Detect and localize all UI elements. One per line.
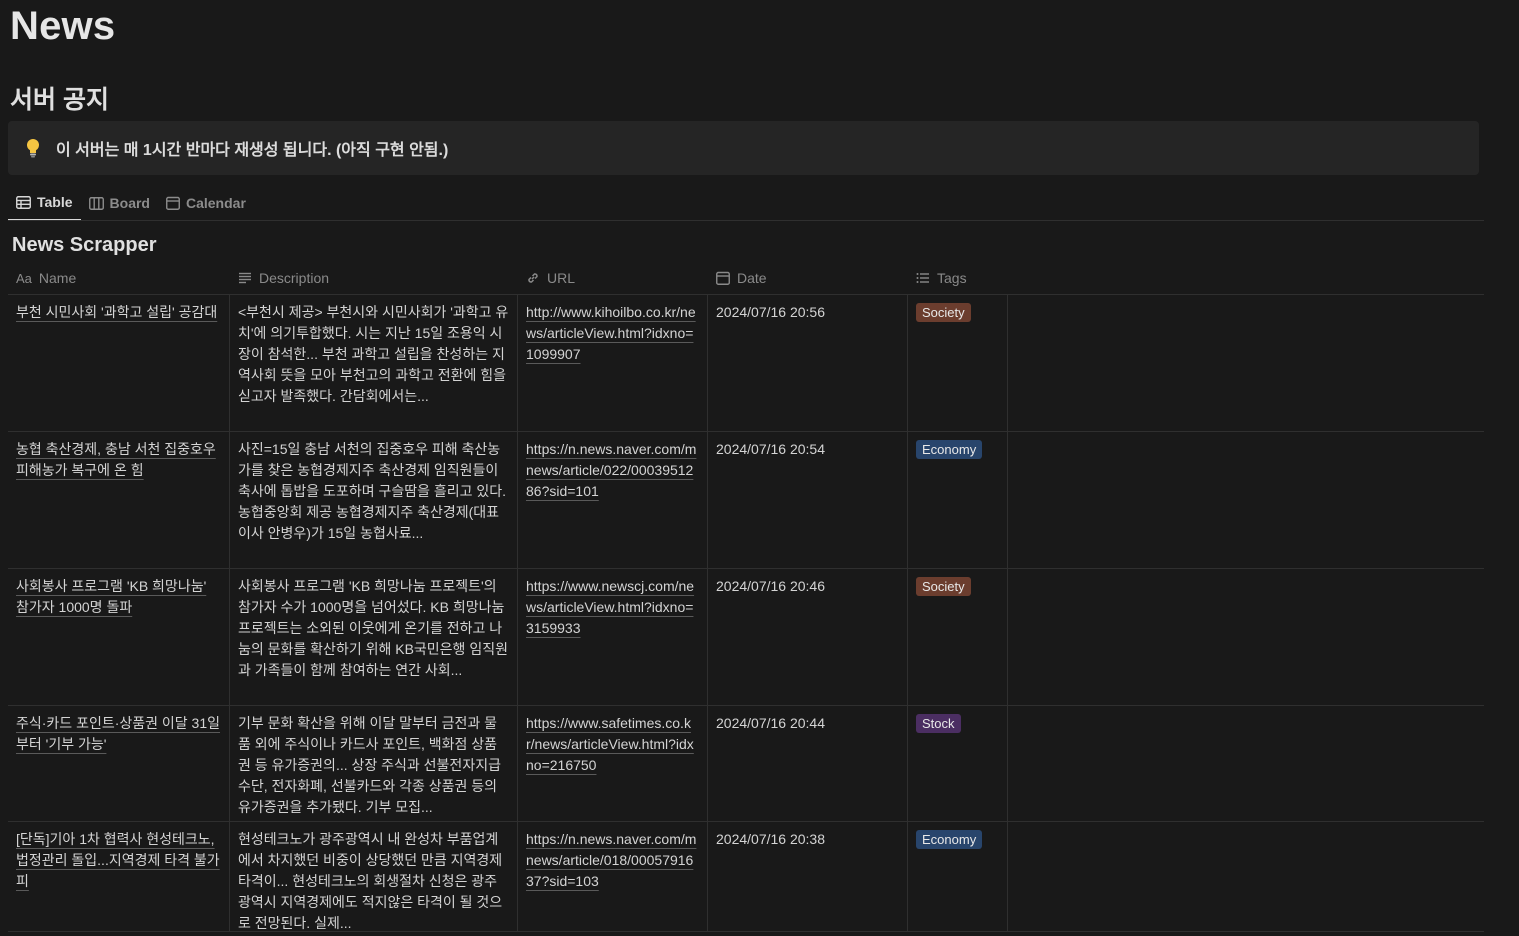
table-icon bbox=[16, 195, 31, 209]
row-url-link[interactable]: http://www.kihoilbo.co.kr/news/articleVi… bbox=[526, 304, 696, 362]
cell-name: [단독]기아 1차 협력사 현성테크노, 법정관리 돌입...지역경제 타격 불… bbox=[8, 822, 230, 931]
tab-label: Calendar bbox=[185, 195, 246, 211]
row-description: 기부 문화 확산을 위해 이달 말부터 금전과 물품 외에 주식이나 카드사 포… bbox=[238, 715, 501, 815]
cell-url: https://www.safetimes.co.kr/news/article… bbox=[518, 706, 708, 821]
cell-description: 기부 문화 확산을 위해 이달 말부터 금전과 물품 외에 주식이나 카드사 포… bbox=[230, 706, 518, 821]
cell-description: 사회봉사 프로그램 'KB 희망나눔 프로젝트'의 참가자 수가 1000명을 … bbox=[230, 569, 518, 705]
calendar-icon bbox=[166, 196, 180, 210]
board-icon bbox=[88, 196, 104, 210]
cell-url: https://n.news.naver.com/mnews/article/0… bbox=[518, 432, 708, 568]
column-label: Description bbox=[259, 270, 330, 286]
row-name-link[interactable]: 농협 축산경제, 충남 서천 집중호우 피해농가 복구에 온 힘 bbox=[16, 441, 216, 478]
callout: 이 서버는 매 1시간 반마다 재생성 됩니다. (아직 구현 안됨.) bbox=[8, 121, 1479, 175]
row-date: 2024/07/16 20:44 bbox=[708, 706, 908, 821]
tag-badge[interactable]: Society bbox=[916, 303, 971, 322]
column-header-date[interactable]: Date bbox=[708, 262, 908, 294]
text-aa-icon: Aa bbox=[16, 270, 32, 286]
row-name-link[interactable]: 사회봉사 프로그램 'KB 희망나눔' 참가자 1000명 돌파 bbox=[16, 578, 206, 615]
list-icon bbox=[916, 272, 930, 284]
tag-badge[interactable]: Society bbox=[916, 577, 971, 596]
cell-spacer bbox=[1008, 569, 1484, 705]
row-url-link[interactable]: https://www.newscj.com/news/articleView.… bbox=[526, 578, 694, 636]
tag-badge[interactable]: Economy bbox=[916, 440, 983, 459]
cell-name: 주식·카드 포인트·상품권 이달 31일부터 '기부 가능' bbox=[8, 706, 230, 821]
row-url-link[interactable]: https://n.news.naver.com/mnews/article/0… bbox=[526, 831, 696, 889]
cell-url: https://www.newscj.com/news/articleView.… bbox=[518, 569, 708, 705]
page-title: News bbox=[10, 4, 116, 48]
row-url-link[interactable]: https://www.safetimes.co.kr/news/article… bbox=[526, 715, 694, 773]
row-date: 2024/07/16 20:54 bbox=[708, 432, 908, 568]
news-table: Aa Name Description URL Date Tags 부천 시민사… bbox=[8, 262, 1484, 932]
cell-tags: Economy bbox=[908, 432, 1008, 568]
column-header-spacer bbox=[1008, 262, 1484, 294]
column-label: Tags bbox=[937, 270, 967, 286]
calendar-icon bbox=[716, 271, 730, 285]
column-header-description[interactable]: Description bbox=[230, 262, 518, 294]
section-heading: 서버 공지 bbox=[10, 86, 109, 114]
tab-label: Table bbox=[37, 194, 73, 210]
row-description: 사회봉사 프로그램 'KB 희망나눔 프로젝트'의 참가자 수가 1000명을 … bbox=[238, 578, 508, 678]
cell-spacer bbox=[1008, 822, 1484, 931]
view-tabs: Table Board Calendar bbox=[8, 185, 254, 221]
column-label: Name bbox=[38, 270, 77, 286]
row-date: 2024/07/16 20:46 bbox=[708, 569, 908, 705]
callout-text: 이 서버는 매 1시간 반마다 재생성 됩니다. (아직 구현 안됨.) bbox=[56, 142, 449, 159]
column-label: Date bbox=[737, 270, 767, 286]
cell-url: https://n.news.naver.com/mnews/article/0… bbox=[518, 822, 708, 931]
tab-label: Board bbox=[109, 195, 150, 211]
database-title[interactable]: News Scrapper bbox=[12, 234, 157, 257]
cell-tags: Stock bbox=[908, 706, 1008, 821]
cell-description: <부천시 제공> 부천시와 시민사회가 '과학고 유치'에 의기투합했다. 시는… bbox=[230, 295, 518, 431]
row-description: 사진=15일 충남 서천의 집중호우 피해 축산농가를 찾은 농협경제지주 축산… bbox=[238, 441, 507, 541]
column-header-name[interactable]: Aa Name bbox=[8, 262, 230, 294]
cell-tags: Society bbox=[908, 569, 1008, 705]
table-row[interactable]: 주식·카드 포인트·상품권 이달 31일부터 '기부 가능' 기부 문화 확산을… bbox=[8, 706, 1484, 822]
tab-table[interactable]: Table bbox=[8, 185, 81, 221]
table-row[interactable]: 농협 축산경제, 충남 서천 집중호우 피해농가 복구에 온 힘 사진=15일 … bbox=[8, 432, 1484, 569]
cell-name: 부천 시민사회 '과학고 설립' 공감대 bbox=[8, 295, 230, 431]
row-name-link[interactable]: 주식·카드 포인트·상품권 이달 31일부터 '기부 가능' bbox=[16, 715, 220, 752]
tabs-divider bbox=[8, 220, 1484, 221]
cell-name: 사회봉사 프로그램 'KB 희망나눔' 참가자 1000명 돌파 bbox=[8, 569, 230, 705]
lightbulb-icon bbox=[24, 137, 42, 159]
row-date: 2024/07/16 20:38 bbox=[708, 822, 908, 931]
cell-url: http://www.kihoilbo.co.kr/news/articleVi… bbox=[518, 295, 708, 431]
lines-icon bbox=[238, 272, 252, 284]
link-icon bbox=[526, 271, 540, 285]
tag-badge[interactable]: Economy bbox=[916, 830, 983, 849]
cell-spacer bbox=[1008, 706, 1484, 821]
column-label: URL bbox=[547, 270, 576, 286]
cell-tags: Society bbox=[908, 295, 1008, 431]
tag-badge[interactable]: Stock bbox=[916, 714, 961, 733]
cell-spacer bbox=[1008, 432, 1484, 568]
cell-description: 현성테크노가 광주광역시 내 완성차 부품업계에서 차지했던 비중이 상당했던 … bbox=[230, 822, 518, 931]
cell-tags: Economy bbox=[908, 822, 1008, 931]
cell-spacer bbox=[1008, 295, 1484, 431]
row-description: <부천시 제공> 부천시와 시민사회가 '과학고 유치'에 의기투합했다. 시는… bbox=[238, 304, 509, 404]
row-date: 2024/07/16 20:56 bbox=[708, 295, 908, 431]
page: News 서버 공지 이 서버는 매 1시간 반마다 재생성 됩니다. (아직 … bbox=[0, 0, 1519, 936]
row-url-link[interactable]: https://n.news.naver.com/mnews/article/0… bbox=[526, 441, 696, 499]
row-name-link[interactable]: 부천 시민사회 '과학고 설립' 공감대 bbox=[16, 304, 217, 320]
cell-description: 사진=15일 충남 서천의 집중호우 피해 축산농가를 찾은 농협경제지주 축산… bbox=[230, 432, 518, 568]
row-description: 현성테크노가 광주광역시 내 완성차 부품업계에서 차지했던 비중이 상당했던 … bbox=[238, 831, 503, 931]
table-row[interactable]: 부천 시민사회 '과학고 설립' 공감대 <부천시 제공> 부천시와 시민사회가… bbox=[8, 295, 1484, 432]
table-row[interactable]: [단독]기아 1차 협력사 현성테크노, 법정관리 돌입...지역경제 타격 불… bbox=[8, 822, 1484, 932]
column-header-url[interactable]: URL bbox=[518, 262, 708, 294]
row-name-link[interactable]: [단독]기아 1차 협력사 현성테크노, 법정관리 돌입...지역경제 타격 불… bbox=[16, 831, 220, 889]
table-row[interactable]: 사회봉사 프로그램 'KB 희망나눔' 참가자 1000명 돌파 사회봉사 프로… bbox=[8, 569, 1484, 706]
tab-calendar[interactable]: Calendar bbox=[158, 185, 254, 221]
table-header: Aa Name Description URL Date Tags bbox=[8, 262, 1484, 295]
cell-name: 농협 축산경제, 충남 서천 집중호우 피해농가 복구에 온 힘 bbox=[8, 432, 230, 568]
column-header-tags[interactable]: Tags bbox=[908, 262, 1008, 294]
tab-board[interactable]: Board bbox=[81, 185, 158, 221]
